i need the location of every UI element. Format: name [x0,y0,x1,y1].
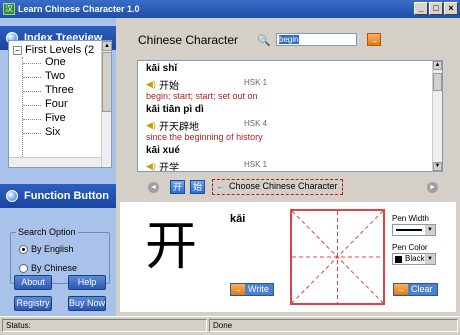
pen-color-select[interactable]: Black ▼ [392,253,436,265]
practice-area: 开 kāi → Write Pen Width ▼ Pen Color Blac… [120,202,456,312]
search-input[interactable]: begin [276,33,357,46]
speaker-icon[interactable]: ◀) [146,120,156,131]
bullet-icon [6,190,18,202]
page-title: Chinese Character [138,33,239,47]
search-icon: 🔍 [257,35,271,47]
clear-button[interactable]: → Clear [393,283,438,296]
scroll-down-icon[interactable]: ▼ [433,162,442,171]
tree-item[interactable]: Two [45,70,65,82]
tree-item[interactable]: Five [45,112,66,124]
function-header: Function Button [0,184,116,208]
chevron-down-icon[interactable]: ▼ [425,225,435,235]
entry-hanzi: 开天辟地 [159,122,199,133]
search-go-button[interactable]: → [367,33,381,46]
entry-hsk: HSK 4 [244,119,268,128]
write-button[interactable]: → Write [230,283,274,296]
buy-now-button[interactable]: Buy Now [68,296,106,311]
radio-by-chinese[interactable]: By Chinese [19,263,77,273]
radio-button[interactable] [19,263,28,273]
radio-label: By Chinese [31,263,78,273]
entry-pinyin: kāi xué [146,145,180,156]
status-label: Status: [2,319,207,332]
title-bar: 汉 Learn Chinese Character 1.0 _ □ × [0,0,460,18]
pen-color-label: Pen Color [392,243,428,252]
list-item[interactable]: ◀) 开始 [146,77,179,92]
char-button-1[interactable]: 开 [170,180,185,194]
close-button[interactable]: × [444,2,458,15]
arrow-right-icon: → [231,284,245,295]
collapse-icon[interactable]: − [13,45,22,55]
entry-meaning: begin; start; start; set out on [146,91,258,101]
help-button[interactable]: Help [68,275,106,290]
pen-width-label: Pen Width [392,214,429,223]
scroll-up-icon[interactable]: ▲ [433,61,442,70]
tree-horizontal-scrollbar[interactable] [9,157,101,167]
scroll-thumb[interactable] [102,52,111,112]
chevron-down-icon[interactable]: ▼ [425,254,435,264]
tree-item[interactable]: One [45,56,66,68]
entry-hanzi: 开学 [159,163,179,172]
entry-hanzi: 开始 [159,81,179,92]
results-list[interactable]: kāi shǐ ◀) 开始 HSK 1 begin; start; start; … [137,60,443,172]
clear-label: Clear [411,284,433,294]
list-item[interactable]: ◀) 开天辟地 [146,118,199,133]
radio-label: By English [31,244,74,254]
function-header-label: Function Button [24,190,109,202]
registry-button[interactable]: Registry [14,296,52,311]
results-scrollbar[interactable]: ▲ ▼ [432,61,442,171]
list-item[interactable]: kāi xué [146,145,180,156]
pen-width-sample [396,229,422,231]
writing-grid[interactable] [290,209,385,305]
status-bar: Status: Done [0,316,460,335]
char-button-2[interactable]: 始 [190,180,205,194]
maximize-button[interactable]: □ [429,2,443,15]
tree-root-label: First Levels (2 [25,44,95,56]
tree-item[interactable]: Three [45,84,74,96]
scroll-thumb[interactable] [433,73,442,91]
app-icon: 汉 [3,3,15,15]
entry-meaning: since the beginning of history [146,132,263,142]
search-option-legend: Search Option [16,227,78,237]
entry-pinyin: kāi tiān pì dì [146,104,204,115]
entry-hsk: HSK 1 [244,160,268,169]
character-pinyin: kāi [230,213,246,225]
window-title: Learn Chinese Character 1.0 [18,4,140,14]
arrow-left-icon: ← [216,181,225,191]
entry-hsk: HSK 1 [244,78,268,87]
speaker-icon[interactable]: ◀) [146,79,156,90]
search-value: begin [279,35,299,44]
radio-by-english[interactable]: By English [19,244,74,254]
minimize-button[interactable]: _ [414,2,428,15]
choose-character-hint: ← Choose Chinese Character [212,179,343,195]
list-item[interactable]: ◀) 开学 [146,159,179,172]
next-icon[interactable]: ► [427,182,438,193]
write-label: Write [248,284,269,294]
radio-button[interactable] [19,244,28,254]
large-character: 开 [145,217,198,277]
tree-item[interactable]: Six [45,126,60,138]
grid-guides [292,211,383,303]
character-nav: ◄ 开 始 ← Choose Chinese Character ► [140,178,440,198]
pen-color-value: Black [405,254,425,263]
speaker-icon[interactable]: ◀) [146,161,156,171]
list-item[interactable]: kāi tiān pì dì [146,104,204,115]
tree-root[interactable]: − First Levels (2 [13,44,94,56]
main-header: Chinese Character 🔍 begin → [120,26,456,54]
scroll-up-icon[interactable]: ▲ [102,41,111,51]
tree-item[interactable]: Four [45,98,68,110]
list-item[interactable]: kāi shǐ [146,63,177,74]
status-state: Done [209,319,458,332]
index-treeview[interactable]: − First Levels (2 One Two Three Four Five… [8,40,112,168]
entry-pinyin: kāi shǐ [146,63,178,74]
tree-vertical-scrollbar[interactable]: ▲ [101,41,111,167]
prev-icon[interactable]: ◄ [148,182,159,193]
choose-label: Choose Chinese Character [229,181,338,191]
pen-width-select[interactable]: ▼ [392,224,436,236]
color-swatch [395,256,402,263]
about-button[interactable]: About [14,275,52,290]
arrow-right-icon: → [394,284,408,295]
